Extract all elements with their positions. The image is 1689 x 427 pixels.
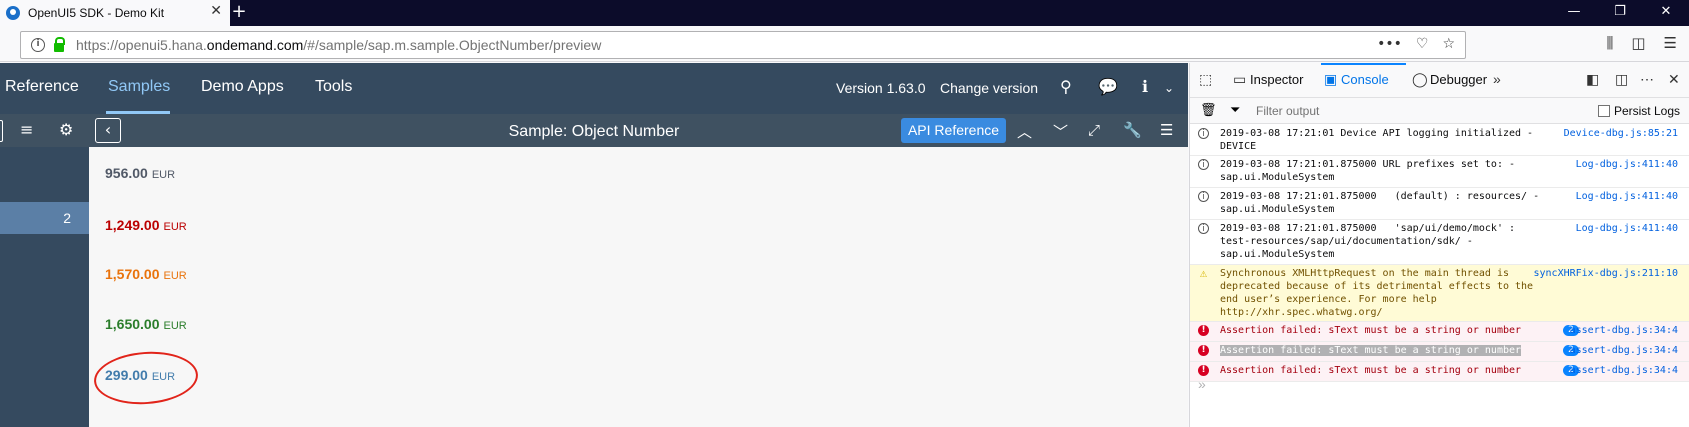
- change-version-link[interactable]: Change version: [940, 80, 1038, 96]
- chevron-down-icon[interactable]: ﹀: [1053, 121, 1068, 142]
- options-menu-icon[interactable]: ⋯: [1640, 71, 1654, 88]
- sap-shell-bar: Reference Samples Demo Apps Tools Versio…: [0, 63, 1188, 114]
- info-icon: i: [1198, 191, 1209, 202]
- sample-subheader: [0, 114, 1188, 147]
- source-link[interactable]: assert-dbg.js:34:4: [1570, 344, 1678, 357]
- library-icon[interactable]: ⫼: [1606, 34, 1613, 52]
- url-bar[interactable]: i https://openui5.hana.ondemand.com/#/sa…: [20, 31, 1466, 59]
- screen: OpenUI5 SDK - Demo Kit ✕ + — ❐ ✕ i https…: [0, 0, 1689, 427]
- persist-logs-checkbox[interactable]: Persist Logs: [1597, 104, 1680, 118]
- console-icon: ▣: [1324, 71, 1338, 87]
- error-icon: !: [1198, 325, 1209, 336]
- search-field-edge[interactable]: [0, 120, 3, 142]
- tab-debugger[interactable]: Debugger: [1430, 72, 1487, 87]
- dock-icon[interactable]: ◧: [1586, 71, 1599, 88]
- inspector-icon: ▭: [1233, 71, 1247, 87]
- filter-icon[interactable]: ≡: [20, 120, 33, 139]
- filter-output-input[interactable]: Filter output: [1256, 104, 1319, 118]
- source-link[interactable]: Log-dbg.js:411:40: [1576, 190, 1678, 203]
- url-text[interactable]: https://openui5.hana.ondemand.com/#/samp…: [76, 37, 601, 53]
- browser-tab[interactable]: OpenUI5 SDK - Demo Kit ✕: [0, 0, 230, 26]
- new-tab-button[interactable]: +: [226, 0, 252, 26]
- bookmark-star-icon[interactable]: ☆: [1442, 36, 1455, 52]
- error-icon: !: [1198, 365, 1209, 376]
- source-link[interactable]: syncXHRFix-dbg.js:211:10: [1534, 267, 1679, 280]
- chevron-up-icon[interactable]: ︿: [1017, 121, 1032, 142]
- minimize-icon[interactable]: —: [1551, 0, 1597, 26]
- console-warning[interactable]: ⚠ Synchronous XMLHttpRequest on the main…: [1190, 265, 1689, 322]
- nav-reference[interactable]: Reference: [5, 78, 79, 96]
- element-picker-icon[interactable]: ⬚: [1199, 71, 1212, 88]
- browser-tab-bar: OpenUI5 SDK - Demo Kit ✕ + — ❐ ✕: [0, 0, 1689, 26]
- source-link[interactable]: assert-dbg.js:34:4: [1570, 324, 1678, 337]
- lock-icon: [54, 36, 65, 52]
- console-message[interactable]: i 2019-03-08 17:21:01.875000 (default) :…: [1190, 188, 1689, 220]
- object-number: 1,249.00 EUR: [105, 217, 187, 233]
- console-message[interactable]: i 2019-03-08 17:21:01.875000 'sap/ui/dem…: [1190, 220, 1689, 265]
- nav-tools[interactable]: Tools: [315, 78, 352, 96]
- info-icon: i: [1198, 159, 1209, 170]
- sidebar-toggle-icon[interactable]: ◫: [1631, 34, 1645, 52]
- list-item-selected[interactable]: 2: [0, 202, 89, 234]
- source-link[interactable]: Log-dbg.js:411:40: [1576, 222, 1678, 235]
- warning-icon: ⚠: [1199, 266, 1208, 280]
- console-error[interactable]: ! Assertion failed: sText must be a stri…: [1190, 362, 1689, 382]
- info-icon: i: [1198, 128, 1209, 139]
- split-console-icon[interactable]: ◫: [1615, 71, 1628, 88]
- tab-inspector[interactable]: Inspector: [1250, 72, 1303, 87]
- chevron-down-icon[interactable]: ⌄: [1164, 81, 1174, 95]
- settings-menu-icon[interactable]: ☰: [1160, 121, 1173, 139]
- menu-icon[interactable]: ☰: [1664, 34, 1677, 52]
- object-number: 1,650.00 EUR: [105, 316, 187, 332]
- fullscreen-icon[interactable]: ⤢: [1088, 121, 1100, 139]
- more-tabs-icon[interactable]: »: [1493, 71, 1501, 87]
- openui5-favicon-icon: [6, 6, 20, 20]
- source-link[interactable]: Device-dbg.js:85:21: [1564, 127, 1678, 140]
- pocket-icon[interactable]: ♡: [1416, 36, 1429, 52]
- console-error-selected[interactable]: ! Assertion failed: sText must be a stri…: [1190, 342, 1689, 362]
- info-icon: i: [1198, 223, 1209, 234]
- devtools-panel: ⬚ ▭ Inspector ▣ Console ◯ Debugger » ◧ ◫…: [1189, 63, 1689, 427]
- version-label: Version 1.63.0: [836, 80, 926, 96]
- console-message[interactable]: i 2019-03-08 17:21:01.875000 URL prefixe…: [1190, 156, 1689, 188]
- wrench-icon[interactable]: 🔧: [1123, 121, 1142, 139]
- debugger-icon: ◯: [1412, 71, 1428, 87]
- active-tab-indicator: [1321, 63, 1406, 65]
- master-toolbar: ≡ ⚙: [0, 114, 89, 147]
- search-icon[interactable]: ⚲: [1060, 77, 1072, 97]
- browser-nav-bar: i https://openui5.hana.ondemand.com/#/sa…: [0, 26, 1689, 62]
- settings-gear-icon[interactable]: ⚙: [59, 120, 73, 139]
- back-button[interactable]: ‹: [95, 118, 121, 143]
- info-icon[interactable]: ℹ: [1142, 77, 1148, 97]
- console-message[interactable]: i 2019-03-08 17:21:01 Device API logging…: [1190, 125, 1689, 156]
- console-error[interactable]: ! Assertion failed: sText must be a stri…: [1190, 322, 1689, 342]
- feedback-icon[interactable]: 💬: [1098, 77, 1118, 97]
- sample-content: [89, 147, 1188, 427]
- close-devtools-icon[interactable]: ✕: [1668, 71, 1680, 88]
- source-link[interactable]: Log-dbg.js:411:40: [1576, 158, 1678, 171]
- console-input-prompt[interactable]: »: [1198, 376, 1206, 392]
- site-info-icon[interactable]: i: [31, 38, 45, 52]
- console-filter-bar: 🗑 ⏷ Filter output Persist Logs: [1190, 98, 1689, 124]
- tab-console[interactable]: Console: [1341, 72, 1389, 87]
- page-actions-icon[interactable]: •••: [1377, 36, 1402, 52]
- nav-demo-apps[interactable]: Demo Apps: [201, 78, 284, 96]
- trash-icon[interactable]: 🗑: [1200, 102, 1217, 118]
- source-link[interactable]: assert-dbg.js:34:4: [1570, 364, 1678, 377]
- sample-list-pane: [0, 147, 89, 427]
- nav-samples[interactable]: Samples: [108, 78, 170, 96]
- filter-funnel-icon: ⏷: [1230, 102, 1241, 117]
- tab-title: OpenUI5 SDK - Demo Kit: [28, 6, 165, 20]
- object-number: 956.00 EUR: [105, 165, 176, 181]
- api-reference-button[interactable]: API Reference: [901, 118, 1006, 143]
- close-tab-icon[interactable]: ✕: [210, 3, 222, 19]
- devtools-toolbar: ⬚ ▭ Inspector ▣ Console ◯ Debugger » ◧ ◫…: [1190, 63, 1689, 98]
- close-window-icon[interactable]: ✕: [1643, 0, 1689, 26]
- error-icon: !: [1198, 345, 1209, 356]
- restore-icon[interactable]: ❐: [1597, 0, 1643, 26]
- object-number: 1,570.00 EUR: [105, 266, 187, 282]
